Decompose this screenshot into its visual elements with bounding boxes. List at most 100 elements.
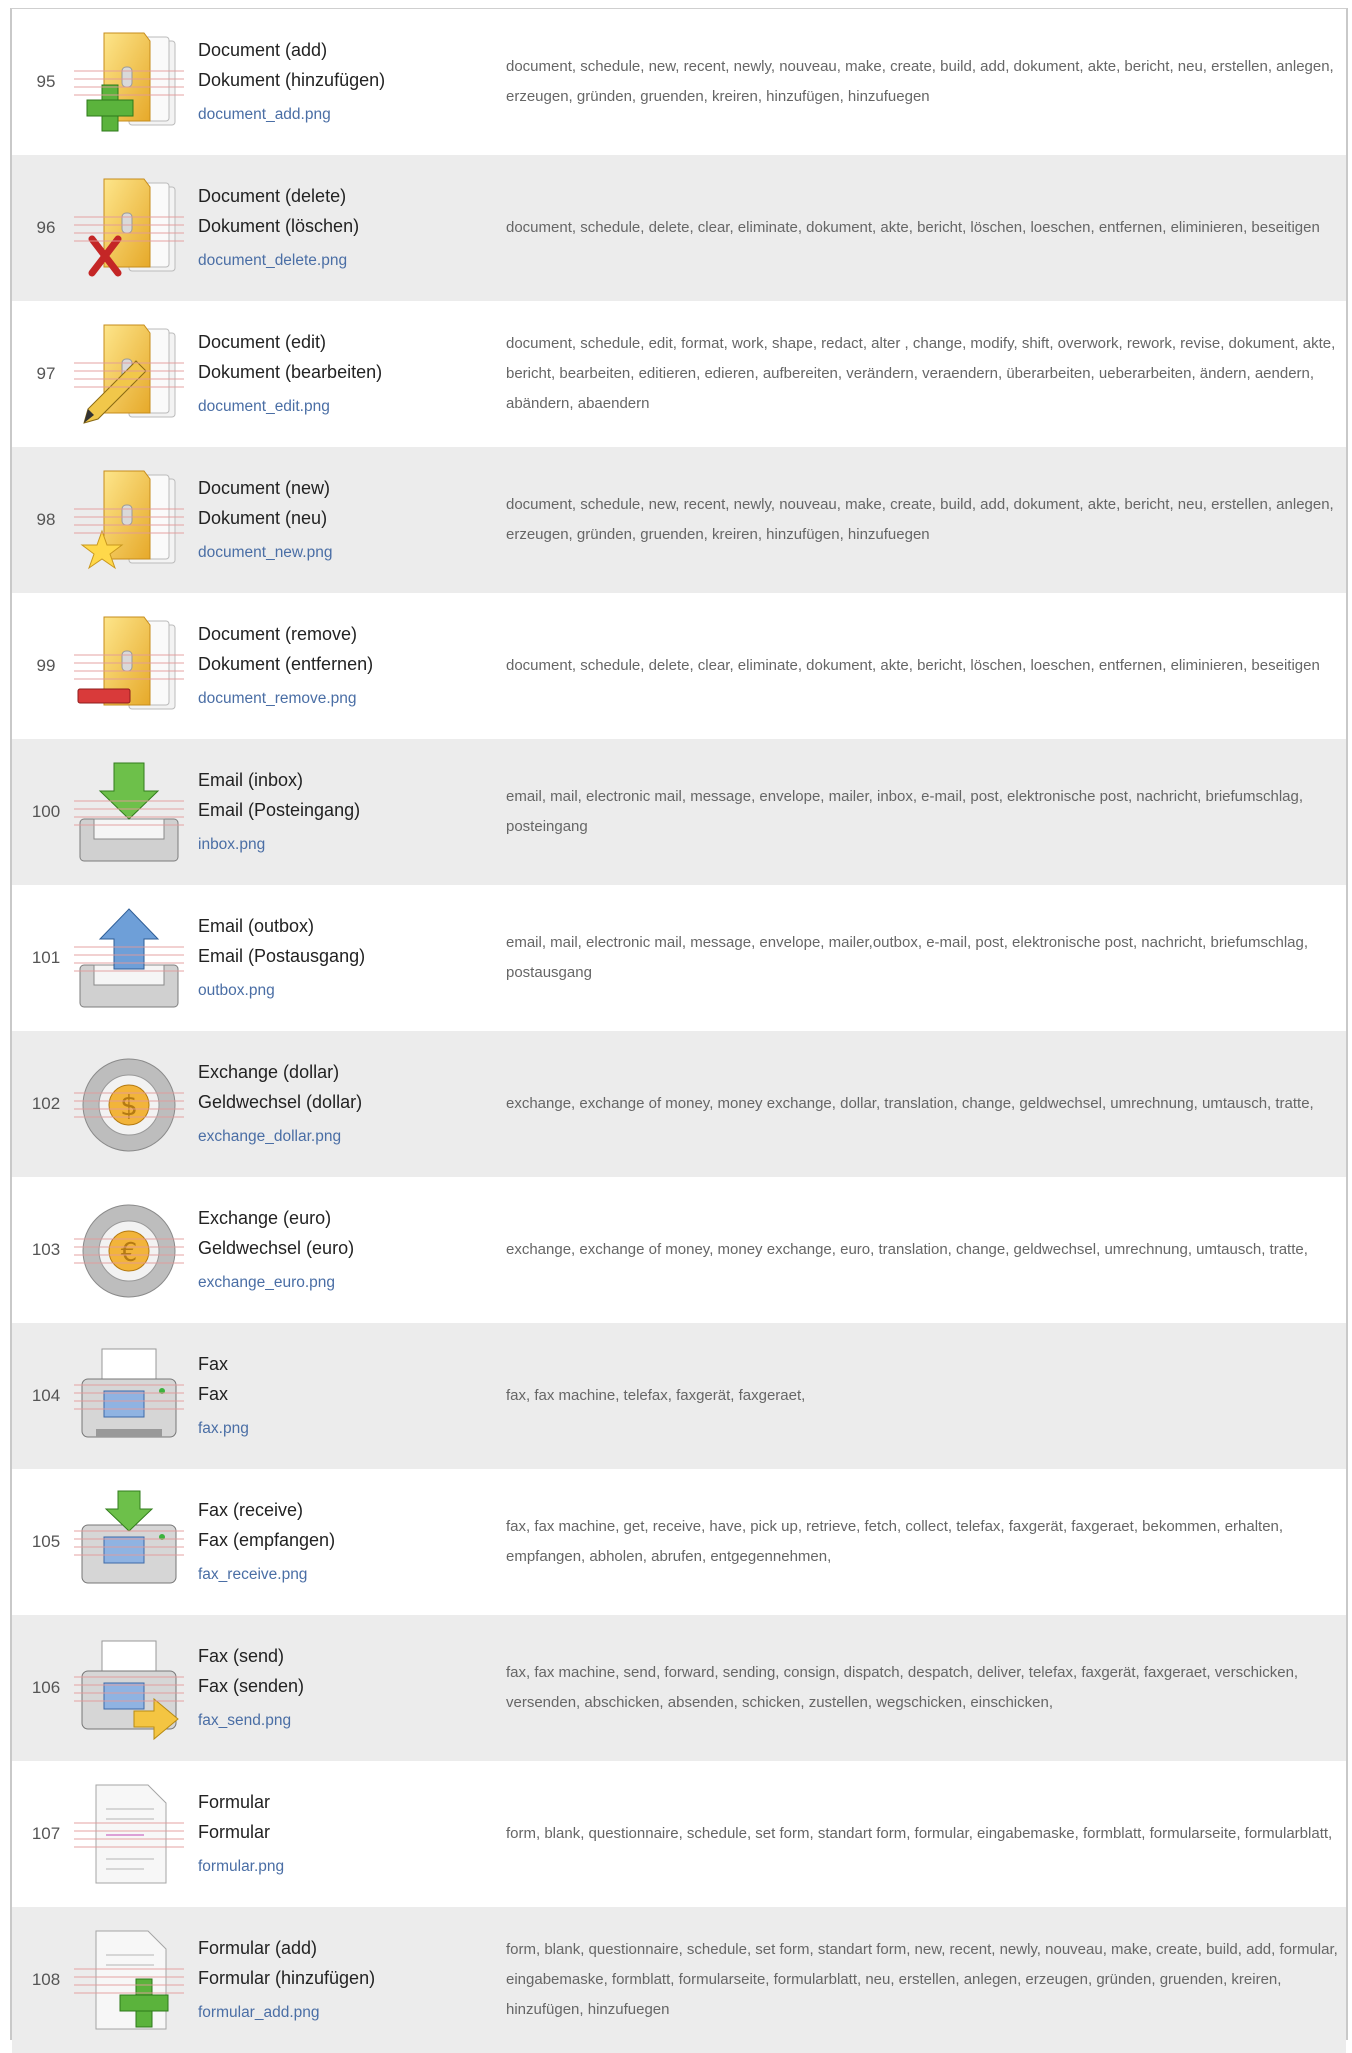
table-row: 105 Fax (receive) Fax (empfangen) fax_re… xyxy=(12,1469,1346,1615)
icon-keywords: fax, fax machine, telefax, faxgerät, fax… xyxy=(506,1323,1346,1469)
icon-filename-link[interactable]: exchange_dollar.png xyxy=(198,1125,498,1149)
icon-keywords: document, schedule, new, recent, newly, … xyxy=(506,9,1346,155)
icon-filename-link[interactable]: fax.png xyxy=(198,1417,498,1441)
table-row: 98 Document (new) Dokument (neu) documen… xyxy=(12,447,1346,593)
icon-name-english: Formular xyxy=(198,1792,271,1812)
icon-filename-link[interactable]: inbox.png xyxy=(198,833,498,857)
table-row: 104 Fax Fax fax.png fax, fax machine, te… xyxy=(12,1323,1346,1469)
exchange-euro-icon: € xyxy=(74,1195,184,1305)
row-number: 104 xyxy=(31,1386,61,1405)
document-remove-icon xyxy=(74,611,184,721)
icon-keywords: form, blank, questionnaire, schedule, se… xyxy=(506,1761,1346,1907)
icon-names: Document (new) Dokument (neu) document_n… xyxy=(198,473,498,565)
row-number: 107 xyxy=(31,1824,61,1843)
document-delete-icon xyxy=(74,173,184,283)
icon-names: Document (delete) Dokument (löschen) doc… xyxy=(198,181,498,273)
row-number: 101 xyxy=(31,948,61,967)
icon-name-english: Exchange (dollar) xyxy=(198,1062,340,1082)
icon-name-english: Document (remove) xyxy=(198,624,358,644)
icon-name-english: Fax (receive) xyxy=(198,1500,304,1520)
icon-name-english: Document (new) xyxy=(198,478,331,498)
icon-name-german: Fax xyxy=(198,1384,229,1404)
document-add-icon xyxy=(74,27,184,137)
icon-name-english: Email (outbox) xyxy=(198,916,315,936)
icon-keywords: email, mail, electronic mail, message, e… xyxy=(506,739,1346,885)
icon-names: Email (inbox) Email (Posteingang) inbox.… xyxy=(198,765,498,857)
icon-keywords: exchange, exchange of money, money excha… xyxy=(506,1177,1346,1323)
row-number: 106 xyxy=(31,1678,61,1697)
outbox-icon xyxy=(74,903,184,1013)
row-number: 100 xyxy=(31,802,61,821)
icon-filename-link[interactable]: formular_add.png xyxy=(198,2001,498,2025)
document-new-icon xyxy=(74,465,184,575)
icon-filename-link[interactable]: fax_send.png xyxy=(198,1709,498,1733)
table-row: 108 Formular (add) Formular (hinzufügen)… xyxy=(12,1907,1346,2053)
keywords-text: document, schedule, delete, clear, elimi… xyxy=(506,657,1320,674)
row-number: 97 xyxy=(36,364,56,383)
icon-names: Formular Formular formular.png xyxy=(198,1787,498,1879)
icon-catalog-table: 95 Document (add) Dokument (hinzufügen) … xyxy=(10,8,1348,2053)
fax-icon xyxy=(74,1341,184,1451)
table-row: 107 Formular Formular formular.png form,… xyxy=(12,1761,1346,1907)
keywords-text: fax, fax machine, telefax, faxgerät, fax… xyxy=(506,1387,806,1404)
icon-keywords: document, schedule, edit, format, work, … xyxy=(506,301,1346,447)
icon-keywords: document, schedule, new, recent, newly, … xyxy=(506,447,1346,593)
fax-receive-icon xyxy=(74,1487,184,1597)
icon-name-german: Dokument (löschen) xyxy=(198,216,360,236)
icon-name-german: Formular xyxy=(198,1822,271,1842)
formular-icon xyxy=(74,1779,184,1889)
icon-filename-link[interactable]: fax_receive.png xyxy=(198,1563,498,1587)
icon-filename-link[interactable]: outbox.png xyxy=(198,979,498,1003)
table-row: 101 Email (outbox) Email (Postausgang) o… xyxy=(12,885,1346,1031)
icon-name-german: Dokument (bearbeiten) xyxy=(198,362,383,382)
icon-name-english: Exchange (euro) xyxy=(198,1208,332,1228)
icon-filename-link[interactable]: document_add.png xyxy=(198,103,498,127)
icon-filename-link[interactable]: formular.png xyxy=(198,1855,498,1879)
icon-names: Exchange (dollar) Geldwechsel (dollar) e… xyxy=(198,1057,498,1149)
icon-name-german: Dokument (hinzufügen) xyxy=(198,70,386,90)
icon-keywords: fax, fax machine, get, receive, have, pi… xyxy=(506,1469,1346,1615)
icon-name-english: Document (edit) xyxy=(198,332,327,352)
icon-name-german: Fax (empfangen) xyxy=(198,1530,336,1550)
row-number: 95 xyxy=(36,72,56,91)
row-number: 96 xyxy=(36,218,56,237)
icon-filename-link[interactable]: exchange_euro.png xyxy=(198,1271,498,1295)
keywords-text: fax, fax machine, get, receive, have, pi… xyxy=(506,1518,1284,1565)
icon-keywords: email, mail, electronic mail, message, e… xyxy=(506,885,1346,1031)
icon-name-german: Geldwechsel (dollar) xyxy=(198,1092,363,1112)
icon-names: Document (add) Dokument (hinzufügen) doc… xyxy=(198,35,498,127)
keywords-text: email, mail, electronic mail, message, e… xyxy=(506,934,1309,981)
table-row: 99 Document (remove) Dokument (entfernen… xyxy=(12,593,1346,739)
icon-name-german: Dokument (entfernen) xyxy=(198,654,374,674)
icon-names: Formular (add) Formular (hinzufügen) for… xyxy=(198,1933,498,2025)
icon-filename-link[interactable]: document_delete.png xyxy=(198,249,498,273)
row-number: 102 xyxy=(31,1094,61,1113)
table-row: 106 Fax (send) Fax (senden) fax_send.png… xyxy=(12,1615,1346,1761)
table-row: 100 Email (inbox) Email (Posteingang) in… xyxy=(12,739,1346,885)
icon-filename-link[interactable]: document_remove.png xyxy=(198,687,498,711)
exchange-dollar-icon: $ xyxy=(74,1049,184,1159)
icon-name-english: Email (inbox) xyxy=(198,770,304,790)
icon-name-english: Fax (send) xyxy=(198,1646,285,1666)
icon-names: Fax (send) Fax (senden) fax_send.png xyxy=(198,1641,498,1733)
table-row: 97 Document (edit) Dokument (bearbeiten)… xyxy=(12,301,1346,447)
icon-filename-link[interactable]: document_new.png xyxy=(198,541,498,565)
table-row: 102 $ Exchange (dollar) Geldwechsel (dol… xyxy=(12,1031,1346,1177)
icon-filename-link[interactable]: document_edit.png xyxy=(198,395,498,419)
keywords-text: email, mail, electronic mail, message, e… xyxy=(506,788,1304,835)
icon-name-english: Formular (add) xyxy=(198,1938,318,1958)
keywords-text: fax, fax machine, send, forward, sending… xyxy=(506,1664,1299,1711)
table-row: 96 Document (delete) Dokument (löschen) … xyxy=(12,155,1346,301)
keywords-text: exchange, exchange of money, money excha… xyxy=(506,1095,1314,1112)
keywords-text: document, schedule, delete, clear, elimi… xyxy=(506,219,1320,236)
row-number: 108 xyxy=(31,1970,61,1989)
icon-keywords: exchange, exchange of money, money excha… xyxy=(506,1031,1346,1177)
keywords-text: form, blank, questionnaire, schedule, se… xyxy=(506,1825,1333,1842)
row-number: 98 xyxy=(36,510,56,529)
icon-names: Document (remove) Dokument (entfernen) d… xyxy=(198,619,498,711)
icon-name-german: Dokument (neu) xyxy=(198,508,328,528)
keywords-text: document, schedule, new, recent, newly, … xyxy=(506,58,1334,105)
row-number: 99 xyxy=(36,656,56,675)
icon-name-english: Document (delete) xyxy=(198,186,347,206)
keywords-text: document, schedule, new, recent, newly, … xyxy=(506,496,1334,543)
